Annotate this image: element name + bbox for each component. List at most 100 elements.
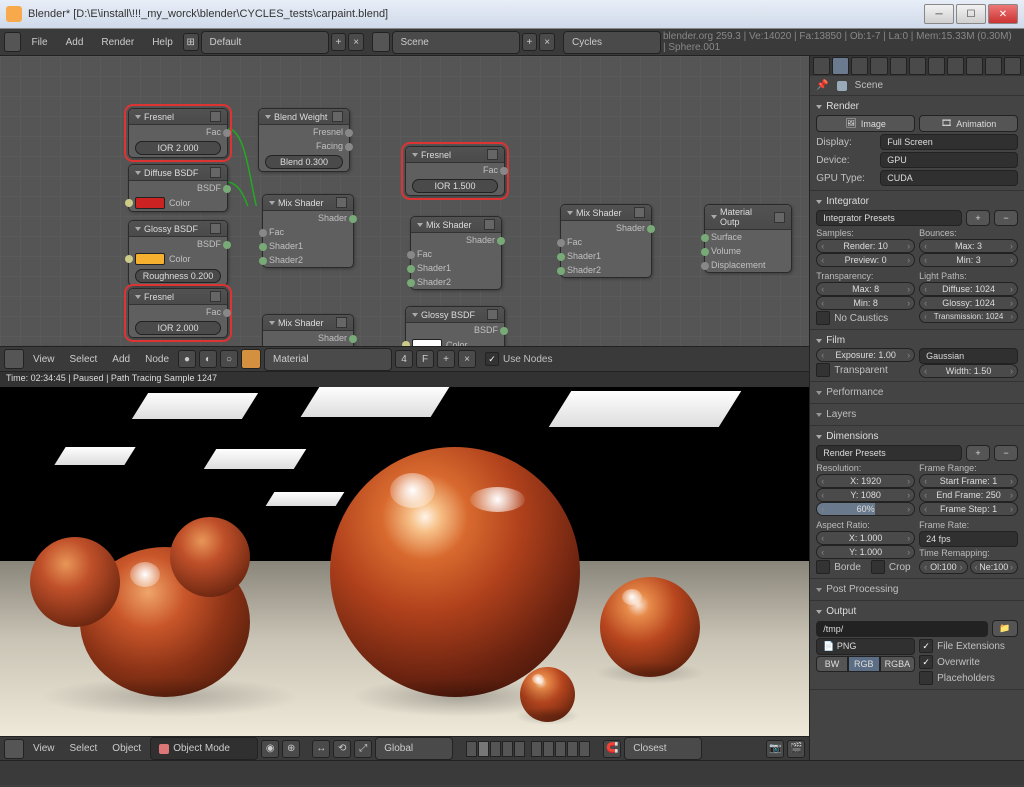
panel-performance[interactable]: Performance [816, 385, 1018, 400]
preset-add-button[interactable]: + [966, 445, 990, 461]
orientation-dropdown[interactable]: Global [375, 737, 453, 760]
device-dropdown[interactable]: GPU [880, 152, 1018, 168]
menu-help[interactable]: Help [144, 34, 181, 51]
menu-view[interactable]: View [27, 741, 61, 756]
layout-dropdown[interactable]: Default [201, 31, 329, 54]
node-mix-3[interactable]: Mix Shader Shader Fac Shader1 Shader2 [410, 216, 502, 290]
unlink-material-button[interactable]: × [458, 350, 476, 368]
layout-browse-icon[interactable]: ⊞ [183, 33, 199, 51]
menu-add[interactable]: Add [58, 34, 92, 51]
transp-min-slider[interactable]: Min: 8 [816, 296, 915, 310]
file-ext-checkbox[interactable] [919, 639, 933, 653]
material-dropdown[interactable]: Material [264, 348, 392, 371]
render-icon[interactable]: 📷 [766, 740, 784, 758]
scene-dropdown[interactable]: Scene [392, 31, 520, 54]
samples-render-slider[interactable]: Render: 10 [816, 239, 915, 253]
tab-icon[interactable] [813, 57, 830, 75]
render-anim-icon[interactable]: 🎬 [787, 740, 805, 758]
render-image-button[interactable]: 🖼Image [816, 115, 915, 132]
ior-slider[interactable]: IOR 2.000 [135, 141, 221, 155]
snap-icon[interactable]: 🧲 [603, 740, 621, 758]
panel-integrator[interactable]: Integrator [816, 194, 1018, 209]
mode-dropdown[interactable]: Object Mode [150, 737, 258, 760]
menu-file[interactable]: File [23, 34, 55, 51]
menu-object[interactable]: Object [106, 741, 147, 756]
aspect-x-slider[interactable]: X: 1.000 [816, 531, 915, 545]
panel-dimensions[interactable]: Dimensions [816, 429, 1018, 444]
ior-slider[interactable]: IOR 2.000 [135, 321, 221, 335]
node-fresnel-3[interactable]: Fresnel Fac IOR 1.500 [405, 146, 505, 196]
info-icon[interactable] [4, 32, 21, 52]
format-dropdown[interactable]: 📄 PNG [816, 638, 915, 655]
samples-preview-slider[interactable]: Preview: 0 [816, 253, 915, 267]
add-material-button[interactable]: + [437, 350, 455, 368]
new-slider[interactable]: Ne:100 [970, 560, 1018, 574]
preset-del-button[interactable]: − [994, 210, 1018, 226]
scene-icon[interactable] [372, 32, 389, 52]
menu-select[interactable]: Select [64, 352, 104, 367]
menu-node[interactable]: Node [139, 352, 175, 367]
rgba-button[interactable]: RGBA [880, 656, 916, 672]
node-diffuse-1[interactable]: Diffuse BSDF BSDF Color [128, 164, 228, 212]
material-icon[interactable] [241, 349, 261, 369]
rgb-button[interactable]: RGB [848, 656, 880, 672]
panel-layers[interactable]: Layers [816, 407, 1018, 422]
maximize-button[interactable]: ☐ [956, 4, 986, 24]
node-glossy-1[interactable]: Glossy BSDF BSDF Color Roughness 0.200 [128, 220, 228, 286]
gputype-dropdown[interactable]: CUDA [880, 170, 1018, 186]
overwrite-checkbox[interactable] [919, 655, 933, 669]
tree-type-icon[interactable]: ◐ [199, 350, 217, 368]
tab-data-icon[interactable] [947, 57, 964, 75]
close-button[interactable]: ✕ [988, 4, 1018, 24]
ior-slider[interactable]: IOR 1.500 [412, 179, 498, 193]
fake-user-button[interactable]: F [416, 350, 434, 368]
scene-del-button[interactable]: × [539, 33, 555, 51]
res-x-slider[interactable]: X: 1920 [816, 474, 915, 488]
tab-material-icon[interactable] [966, 57, 983, 75]
roughness-slider[interactable]: Roughness 0.200 [135, 269, 221, 283]
tab-particle-icon[interactable] [1004, 57, 1021, 75]
border-checkbox[interactable] [816, 560, 830, 574]
shading-icon[interactable]: ◉ [261, 740, 279, 758]
exposure-slider[interactable]: Exposure: 1.00 [816, 348, 915, 362]
preset-add-button[interactable]: + [966, 210, 990, 226]
aspect-y-slider[interactable]: Y: 1.000 [816, 545, 915, 559]
manipulator-scale-icon[interactable]: ⤢ [354, 740, 372, 758]
scene-add-button[interactable]: + [522, 33, 538, 51]
tree-type-icon[interactable]: ○ [220, 350, 238, 368]
users-count[interactable]: 4 [395, 350, 413, 368]
color-swatch[interactable] [135, 197, 165, 209]
pivot-icon[interactable]: ⊕ [282, 740, 300, 758]
bounces-max-slider[interactable]: Max: 3 [919, 239, 1018, 253]
start-frame-slider[interactable]: Start Frame: 1 [919, 474, 1018, 488]
res-pct-slider[interactable]: 60% [816, 502, 915, 516]
editor-type-icon[interactable] [4, 739, 24, 759]
tree-type-icon[interactable]: ● [178, 350, 196, 368]
frame-step-slider[interactable]: Frame Step: 1 [919, 502, 1018, 516]
old-slider[interactable]: Ol:100 [919, 560, 967, 574]
display-dropdown[interactable]: Full Screen [880, 134, 1018, 150]
placeholders-checkbox[interactable] [919, 671, 933, 685]
transp-max-slider[interactable]: Max: 8 [816, 282, 915, 296]
menu-select[interactable]: Select [64, 741, 104, 756]
manipulator-translate-icon[interactable]: ↔ [312, 740, 330, 758]
bounces-min-slider[interactable]: Min: 3 [919, 253, 1018, 267]
menu-view[interactable]: View [27, 352, 61, 367]
menu-render[interactable]: Render [93, 34, 142, 51]
end-frame-slider[interactable]: End Frame: 250 [919, 488, 1018, 502]
color-swatch[interactable] [135, 253, 165, 265]
node-mix-4[interactable]: Mix Shader Shader Fac Shader1 Shader2 [560, 204, 652, 278]
layout-add-button[interactable]: + [331, 33, 347, 51]
tab-render-icon[interactable] [832, 57, 849, 75]
node-editor[interactable]: Fresnel Fac IOR 2.000 Blend Weight Fresn… [0, 56, 809, 372]
use-nodes-checkbox[interactable]: Use Nodes [485, 352, 552, 366]
filter-dropdown[interactable]: Gaussian [919, 348, 1018, 364]
viewport-3d[interactable] [0, 387, 809, 736]
node-fresnel-2[interactable]: Fresnel Fac IOR 2.000 [128, 288, 228, 338]
manipulator-rotate-icon[interactable]: ⟲ [333, 740, 351, 758]
tab-scene-icon[interactable] [851, 57, 868, 75]
no-caustics-checkbox[interactable] [816, 311, 830, 325]
tab-constraint-icon[interactable] [909, 57, 926, 75]
blend-slider[interactable]: Blend 0.300 [265, 155, 343, 169]
integrator-presets-dropdown[interactable]: Integrator Presets [816, 210, 962, 226]
